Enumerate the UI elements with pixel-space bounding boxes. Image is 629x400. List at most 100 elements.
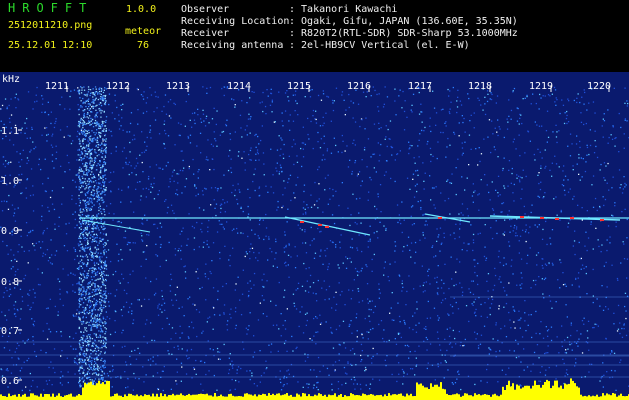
noise-speck [85, 222, 88, 224]
noise-speck [398, 274, 400, 276]
noise-speck [95, 274, 97, 276]
noise-speck [98, 267, 100, 269]
noise-speck [303, 262, 305, 265]
noise-speck [96, 358, 98, 360]
noise-speck [287, 96, 289, 98]
noise-speck [197, 193, 199, 195]
noise-speck [49, 262, 52, 264]
noise-speck [173, 102, 175, 104]
noise-speck [80, 265, 82, 267]
noise-speck [372, 86, 374, 88]
noise-speck [118, 280, 120, 282]
noise-speck [81, 365, 83, 367]
noise-speck [111, 370, 114, 372]
noise-speck [246, 253, 248, 255]
noise-speck [451, 346, 453, 348]
noise-speck [228, 372, 230, 375]
noise-speck [57, 314, 59, 316]
signal-bar [72, 396, 74, 400]
noise-speck [123, 289, 126, 291]
noise-speck [88, 253, 91, 255]
noise-speck [233, 99, 235, 101]
noise-speck [98, 229, 100, 231]
noise-speck [458, 213, 460, 215]
noise-speck [130, 165, 132, 167]
noise-speck [82, 291, 84, 294]
noise-speck [99, 268, 102, 271]
noise-speck [270, 92, 272, 94]
noise-speck [98, 367, 100, 369]
noise-speck [100, 104, 103, 107]
noise-speck [555, 196, 557, 198]
noise-speck [100, 319, 102, 321]
noise-speck [122, 103, 124, 105]
noise-speck [494, 267, 496, 270]
noise-speck [146, 319, 148, 321]
noise-speck [459, 228, 461, 230]
noise-speck [562, 358, 564, 360]
noise-speck [378, 128, 380, 130]
noise-speck [335, 190, 337, 192]
noise-speck [85, 362, 87, 364]
noise-speck [579, 258, 581, 260]
noise-speck [82, 316, 84, 318]
noise-speck [149, 129, 152, 131]
noise-speck [361, 180, 363, 182]
noise-speck [94, 350, 96, 352]
noise-speck [287, 254, 290, 256]
noise-speck [566, 110, 568, 113]
noise-speck [110, 190, 112, 192]
signal-bar [84, 382, 86, 400]
noise-speck [447, 197, 450, 200]
noise-speck [26, 340, 28, 342]
noise-speck [196, 335, 198, 338]
noise-speck [369, 388, 371, 390]
noise-speck [80, 321, 82, 323]
noise-speck [54, 371, 56, 374]
noise-speck [88, 203, 90, 205]
noise-speck [398, 95, 400, 97]
noise-speck [462, 214, 464, 216]
noise-speck [27, 159, 30, 162]
noise-speck [594, 323, 596, 325]
noise-speck [411, 145, 413, 147]
noise-speck [212, 328, 214, 330]
noise-speck [235, 307, 237, 309]
noise-speck [50, 144, 53, 146]
noise-speck [447, 88, 449, 91]
signal-bar [136, 394, 138, 400]
noise-speck [521, 177, 523, 179]
noise-speck [351, 332, 353, 334]
noise-speck [44, 158, 46, 160]
noise-speck [440, 362, 442, 364]
noise-speck [587, 337, 589, 339]
noise-speck [78, 91, 80, 93]
noise-speck [281, 139, 283, 141]
noise-speck [176, 371, 178, 373]
noise-speck [467, 243, 469, 245]
noise-speck [99, 102, 102, 104]
noise-speck [191, 225, 194, 228]
noise-speck [141, 239, 143, 241]
noise-speck [97, 349, 100, 352]
noise-speck [567, 222, 570, 224]
noise-speck [88, 225, 91, 227]
noise-speck [45, 380, 48, 382]
noise-speck [578, 153, 580, 156]
noise-speck [368, 315, 370, 317]
noise-speck [100, 90, 102, 92]
signal-bar [214, 393, 216, 400]
noise-speck [168, 186, 170, 188]
noise-speck [518, 240, 520, 242]
noise-speck [118, 253, 120, 255]
noise-speck [78, 186, 80, 188]
noise-speck [436, 281, 438, 283]
noise-speck [78, 132, 80, 134]
noise-speck [406, 373, 408, 375]
noise-speck [436, 157, 438, 160]
noise-speck [495, 324, 497, 326]
noise-speck [564, 175, 567, 177]
noise-speck [102, 181, 104, 183]
noise-speck [147, 178, 150, 180]
noise-speck [401, 368, 404, 371]
